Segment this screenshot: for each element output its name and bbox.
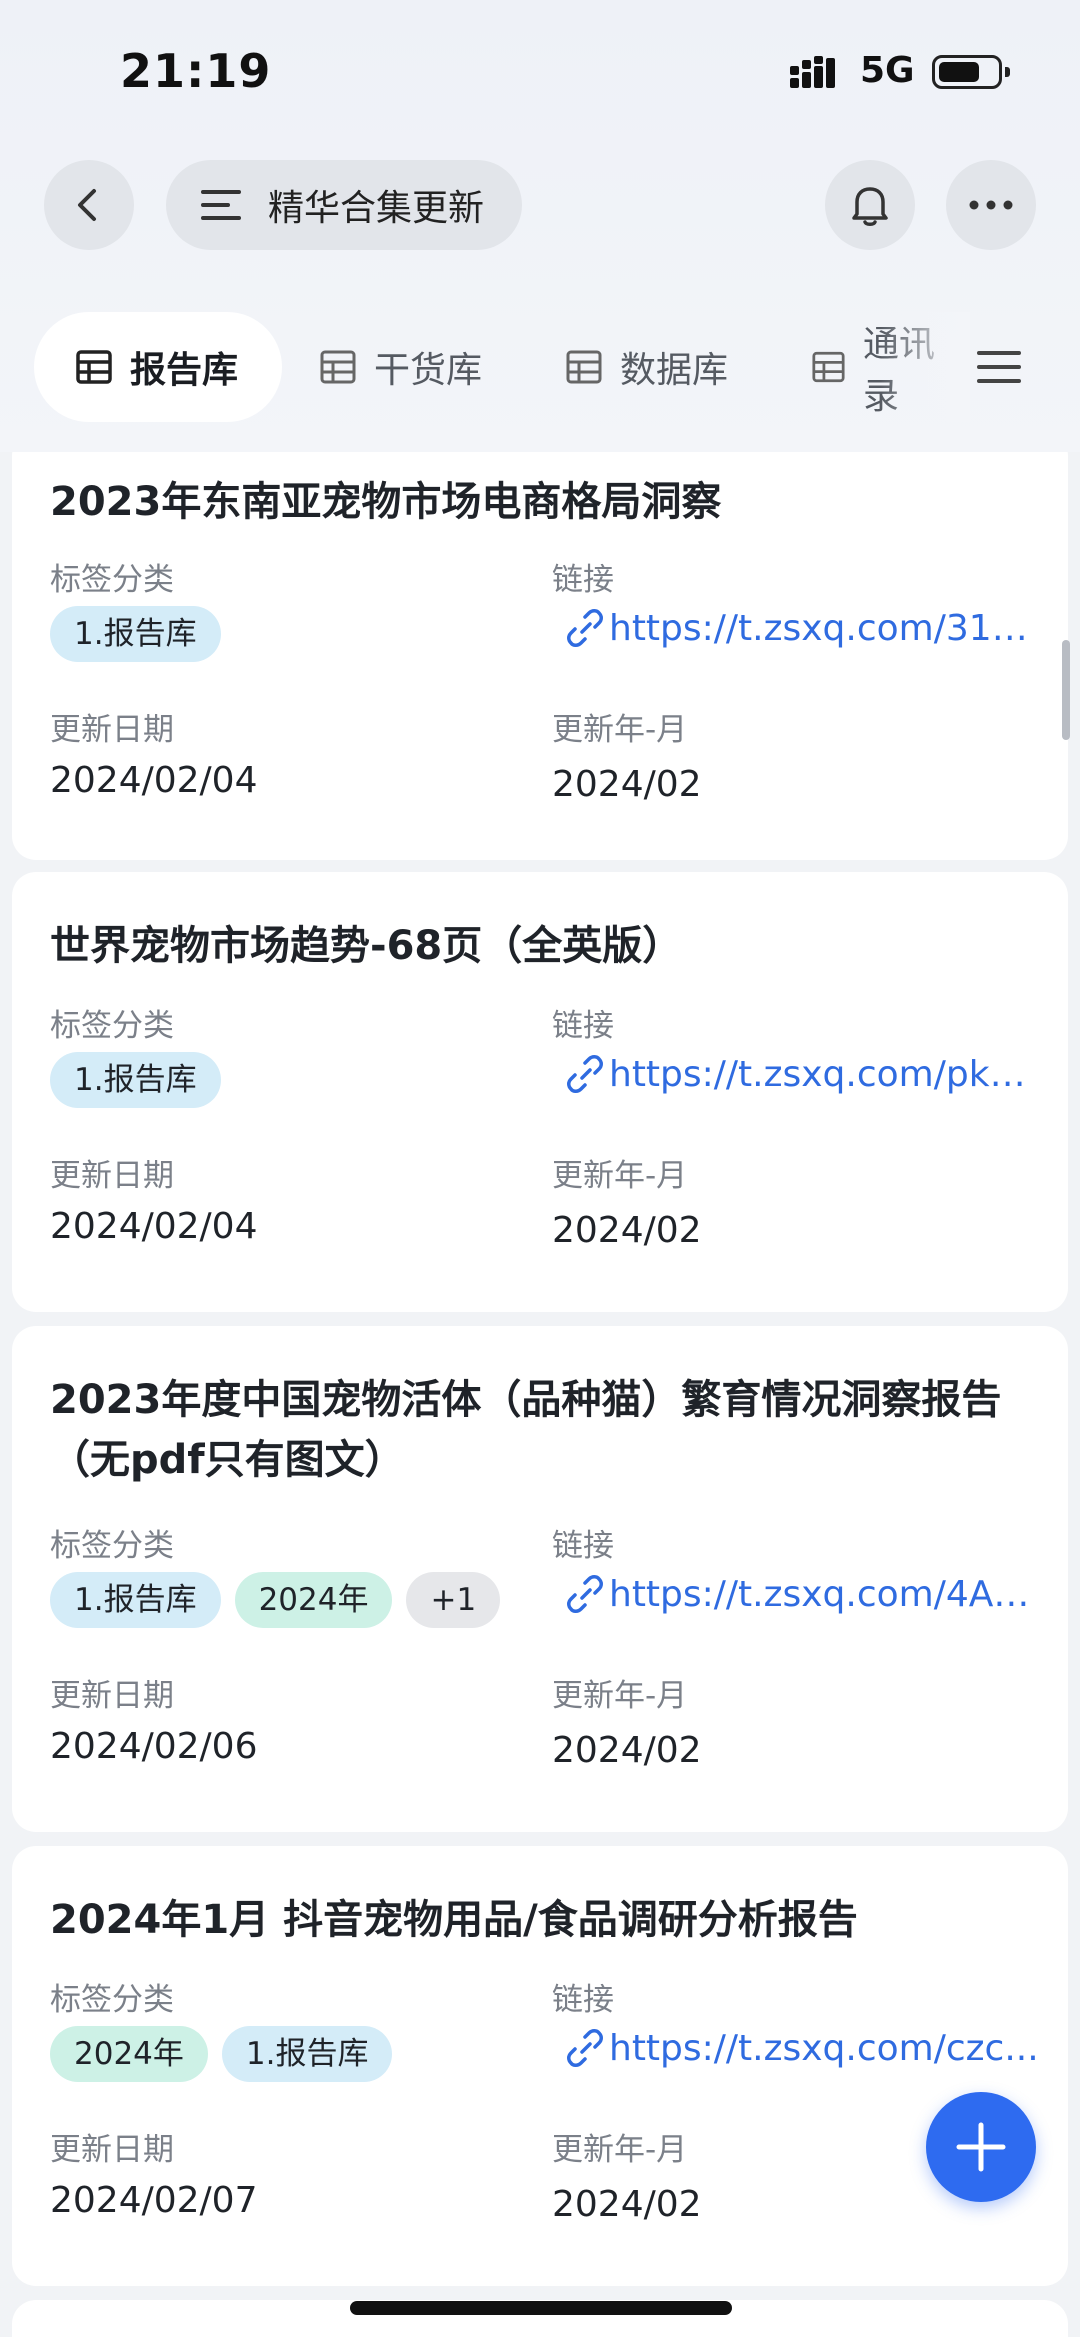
scrollbar[interactable] — [1062, 640, 1070, 740]
table-tabs: 报告库 干货库 数据库 通讯录 — [0, 312, 1080, 422]
tag-list: 2024年 1.报告库 — [50, 2026, 393, 2082]
list-menu-icon — [201, 190, 241, 220]
status-time: 21:19 — [120, 44, 272, 98]
record-link[interactable]: https://t.zsxq.com/31q... — [565, 606, 1045, 650]
link-icon — [567, 609, 603, 647]
record-card[interactable]: 2024年1月 抖音宠物用品/食品调研分析报告 标签分类 链接 2024年 1.… — [12, 1846, 1068, 2286]
link-label: 链接 — [552, 562, 614, 598]
updated-label: 更新日期 — [50, 1678, 174, 1714]
tab-label: 报告库 — [130, 350, 239, 391]
header: 21:19 5G 精华合集更新 报告库 干货库 数据库 — [0, 0, 1080, 452]
record-title: 世界宠物市场趋势-68页（全英版） — [50, 923, 683, 969]
updated-label: 更新日期 — [50, 1158, 174, 1194]
more-button[interactable] — [946, 160, 1036, 250]
updated-date: 2024/02/06 — [50, 1726, 258, 1767]
back-arrow-icon — [78, 189, 96, 221]
record-card[interactable]: 2023年东南亚宠物市场电商格局洞察 标签分类 链接 1.报告库 https:/… — [12, 452, 1068, 860]
tab-report-library[interactable]: 报告库 — [34, 312, 283, 422]
record-list[interactable]: 2023年东南亚宠物市场电商格局洞察 标签分类 链接 1.报告库 https:/… — [0, 452, 1080, 2337]
hamburger-menu-icon[interactable] — [974, 342, 1024, 392]
tab-label: 数据库 — [620, 350, 729, 391]
link-text: https://t.zsxq.com/czc... — [609, 2027, 1039, 2069]
tab-database[interactable]: 数据库 — [566, 312, 728, 422]
link-label: 链接 — [552, 1982, 614, 2018]
tag-chip: 1.报告库 — [50, 1052, 221, 1108]
tags-label: 标签分类 — [50, 1528, 174, 1564]
link-label: 链接 — [552, 1008, 614, 1044]
link-icon — [567, 1055, 603, 1093]
updated-date: 2024/02/04 — [50, 1206, 258, 1247]
record-link[interactable]: https://t.zsxq.com/czc... — [565, 2026, 1045, 2070]
tag-list: 1.报告库 — [50, 1052, 221, 1108]
updated-date: 2024/02/07 — [50, 2180, 258, 2221]
tab-dry-goods-library[interactable]: 干货库 — [320, 312, 482, 422]
link-text: https://t.zsxq.com/31q... — [609, 607, 1039, 649]
month-label: 更新年-月 — [552, 712, 688, 748]
tags-label: 标签分类 — [50, 1982, 174, 2018]
tag-chip: 1.报告库 — [221, 2026, 393, 2082]
link-text: https://t.zsxq.com/4A7... — [609, 1573, 1039, 1615]
month-label: 更新年-月 — [552, 2132, 688, 2168]
grid-table-icon — [76, 350, 112, 384]
status-bar: 21:19 5G — [0, 0, 1080, 140]
link-icon — [567, 1575, 603, 1613]
link-label: 链接 — [552, 1528, 614, 1564]
tags-label: 标签分类 — [50, 1008, 174, 1044]
updated-date: 2024/02/04 — [50, 760, 258, 801]
updated-month: 2024/02 — [552, 1730, 702, 1771]
updated-month: 2024/02 — [552, 764, 702, 805]
more-dots-icon — [969, 200, 1013, 210]
updated-label: 更新日期 — [50, 712, 174, 748]
record-title: 2023年度中国宠物活体（品种猫）繁育情况洞察报告（无pdf只有图文） — [50, 1377, 1002, 1483]
updated-month: 2024/02 — [552, 2184, 702, 2225]
nav-bar: 精华合集更新 — [0, 160, 1080, 252]
tag-chip: 1.报告库 — [50, 606, 221, 662]
record-link[interactable]: https://t.zsxq.com/pkK... — [565, 1052, 1045, 1096]
home-indicator[interactable] — [350, 2301, 732, 2315]
notification-button[interactable] — [825, 160, 915, 250]
signal-icon — [790, 56, 835, 88]
tag-list: 1.报告库 — [50, 606, 221, 662]
month-label: 更新年-月 — [552, 1158, 688, 1194]
view-title: 精华合集更新 — [268, 188, 485, 229]
grid-table-icon — [320, 350, 356, 384]
record-link[interactable]: https://t.zsxq.com/4A7... — [565, 1572, 1045, 1616]
battery-icon — [932, 55, 1010, 89]
updated-label: 更新日期 — [50, 2132, 174, 2168]
updated-month: 2024/02 — [552, 1210, 702, 1251]
link-icon — [567, 2029, 603, 2067]
tab-label: 干货库 — [374, 350, 483, 391]
tag-chip: 2024年 — [234, 1572, 393, 1628]
record-card[interactable]: 世界宠物市场趋势-68页（全英版） 标签分类 链接 1.报告库 https://… — [12, 872, 1068, 1312]
grid-table-icon — [566, 350, 602, 384]
plus-icon — [956, 2122, 1006, 2172]
tags-label: 标签分类 — [50, 562, 174, 598]
month-label: 更新年-月 — [552, 1678, 688, 1714]
network-type: 5G — [860, 50, 915, 91]
back-button[interactable] — [44, 160, 134, 250]
record-card[interactable]: 2023年度中国宠物活体（品种猫）繁育情况洞察报告（无pdf只有图文） 标签分类… — [12, 1326, 1068, 1832]
tag-list: 1.报告库 2024年 +1 — [50, 1572, 501, 1628]
link-text: https://t.zsxq.com/pkK... — [609, 1053, 1039, 1095]
view-title-button[interactable]: 精华合集更新 — [166, 160, 523, 250]
record-title: 2023年东南亚宠物市场电商格局洞察 — [50, 479, 722, 525]
more-tags-chip: +1 — [406, 1572, 501, 1628]
bell-icon — [852, 187, 888, 226]
add-record-button[interactable] — [926, 2092, 1036, 2202]
tag-chip: 2024年 — [50, 2026, 208, 2082]
tabs-fade — [880, 312, 970, 422]
grid-table-icon — [812, 351, 845, 383]
tag-chip: 1.报告库 — [50, 1572, 221, 1628]
record-title: 2024年1月 抖音宠物用品/食品调研分析报告 — [50, 1897, 858, 1943]
